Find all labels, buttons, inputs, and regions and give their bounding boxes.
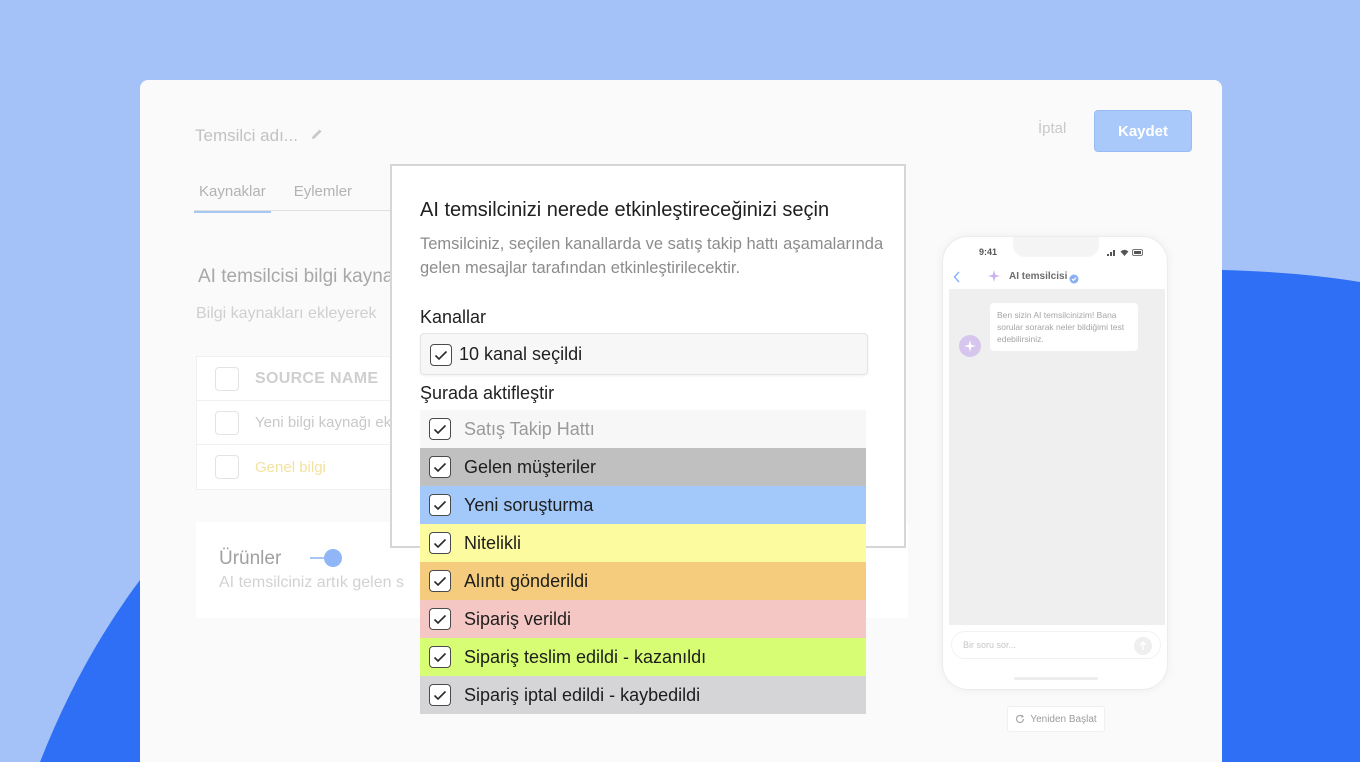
stage-row-4[interactable]: Sipariş verildi [420, 600, 866, 638]
restart-label: Yeniden Başlat [1030, 713, 1097, 725]
stage-checkbox[interactable] [429, 608, 451, 630]
check-icon [433, 424, 447, 434]
table-row[interactable]: Genel bilgi [197, 445, 395, 489]
stage-checkbox[interactable] [429, 684, 451, 706]
stage-checkbox[interactable] [429, 532, 451, 554]
stage-label: Nitelikli [464, 533, 522, 553]
table-header-row: SOURCE NAME [197, 357, 395, 401]
phone-chat-area: Ben sizin AI temsilcinizim! Bana sorular… [949, 289, 1165, 625]
wifi-icon [1120, 249, 1129, 256]
column-header-source-name: SOURCE NAME [255, 369, 379, 387]
tab-actions[interactable]: Eylemler [289, 183, 357, 213]
stage-label: Sipariş teslim edildi - kazanıldı [464, 647, 707, 667]
refresh-icon [1016, 714, 1025, 724]
cancel-button[interactable]: İptal [1038, 120, 1066, 137]
products-title: Ürünler [219, 548, 282, 569]
modal-title: AI temsilcinizi nerede etkinleştireceğin… [420, 199, 830, 221]
select-all-checkbox[interactable] [215, 366, 239, 391]
products-toggle[interactable] [310, 548, 344, 568]
modal-description: Temsilciniz, seçilen kanallarda ve satış… [420, 235, 884, 277]
back-arrow-icon[interactable] [953, 270, 961, 288]
phone-time: 9:41 [978, 247, 997, 257]
check-icon [433, 462, 447, 472]
phone-message-input[interactable]: Bir soru sor... [951, 631, 1161, 659]
check-icon [433, 614, 447, 624]
check-icon [433, 576, 447, 586]
phone-input-placeholder: Bir soru sor... [963, 640, 1017, 650]
stage-checkbox[interactable] [429, 494, 451, 516]
tab-sources[interactable]: Kaynaklar [194, 183, 271, 213]
stage-row-3[interactable]: Alıntı gönderildi [420, 562, 866, 600]
send-icon[interactable] [1134, 637, 1152, 655]
table-row[interactable]: Yeni bilgi kaynağı ekle [197, 401, 403, 445]
phone-home-indicator [1014, 677, 1098, 680]
channels-checkbox[interactable] [430, 344, 452, 366]
phone-status-icons [1107, 249, 1144, 256]
stage-row-5[interactable]: Sipariş teslim edildi - kazanıldı [420, 638, 866, 676]
stage-label: Sipariş iptal edildi - kaybedildi [464, 685, 701, 705]
stage-row-0[interactable]: Gelen müşteriler [420, 448, 866, 486]
channels-label: Kanallar [420, 307, 487, 327]
pipeline-header-row[interactable]: Satış Takip Hattı [420, 410, 866, 448]
stage-label: Sipariş verildi [464, 609, 572, 629]
stage-label: Alıntı gönderildi [464, 571, 589, 591]
agent-avatar [959, 335, 981, 357]
phone-chat-title: AI temsilcisi [1009, 271, 1068, 282]
save-button[interactable]: Kaydet [1094, 110, 1192, 152]
row-checkbox[interactable] [215, 455, 239, 479]
channels-selected-text: 10 kanal seçildi [459, 344, 583, 364]
stage-checkbox[interactable] [429, 646, 451, 668]
stage-label: Yeni soruşturma [464, 495, 594, 515]
knowledge-subtitle: Bilgi kaynakları ekleyerek [196, 305, 377, 322]
row-label[interactable]: Genel bilgi [255, 459, 326, 476]
stage-row-6[interactable]: Sipariş iptal edildi - kaybedildi [420, 676, 866, 714]
row-checkbox[interactable] [215, 410, 239, 435]
stage-label: Gelen müşteriler [464, 457, 597, 477]
ai-sparkle-icon [987, 269, 1001, 288]
verified-badge-icon [1069, 271, 1079, 289]
pencil-icon[interactable] [310, 127, 324, 146]
stage-row-2[interactable]: Nitelikli [420, 524, 866, 562]
pipeline-header-label: Satış Takip Hattı [464, 419, 595, 439]
sources-table: SOURCE NAME Yeni bilgi kaynağı ekle Gene… [196, 356, 403, 490]
agent-message-bubble: Ben sizin AI temsilcinizim! Bana sorular… [990, 303, 1138, 351]
tab-divider [194, 210, 394, 211]
signal-icon [1107, 250, 1115, 256]
stage-row-1[interactable]: Yeni soruşturma [420, 486, 866, 524]
tab-bar: Kaynaklar Eylemler [194, 183, 375, 213]
stage-checkbox[interactable] [429, 456, 451, 478]
activate-in-label: Şurada aktifleştir [420, 383, 555, 403]
phone-preview: 9:41 AI temsilcisi Ben sizin AI temsilci… [942, 236, 1168, 690]
pipeline-checkbox[interactable] [429, 418, 451, 440]
channels-select[interactable]: 10 kanal seçildi [420, 333, 868, 375]
check-icon [433, 538, 447, 548]
phone-chat-header: AI temsilcisi [943, 263, 1167, 289]
check-icon [433, 500, 447, 510]
row-label[interactable]: Yeni bilgi kaynağı ekle [255, 414, 403, 431]
check-icon [434, 350, 448, 360]
battery-icon [1132, 249, 1143, 256]
pipeline-stage-list: Satış Takip Hattı Gelen müşteriler Yeni … [420, 410, 866, 714]
agent-name-input[interactable]: Temsilci adı... [195, 126, 298, 146]
check-icon [433, 690, 447, 700]
stage-checkbox[interactable] [429, 570, 451, 592]
check-icon [433, 652, 447, 662]
restart-button[interactable]: Yeniden Başlat [1007, 706, 1105, 732]
products-subtitle: AI temsilciniz artık gelen s [219, 574, 404, 591]
